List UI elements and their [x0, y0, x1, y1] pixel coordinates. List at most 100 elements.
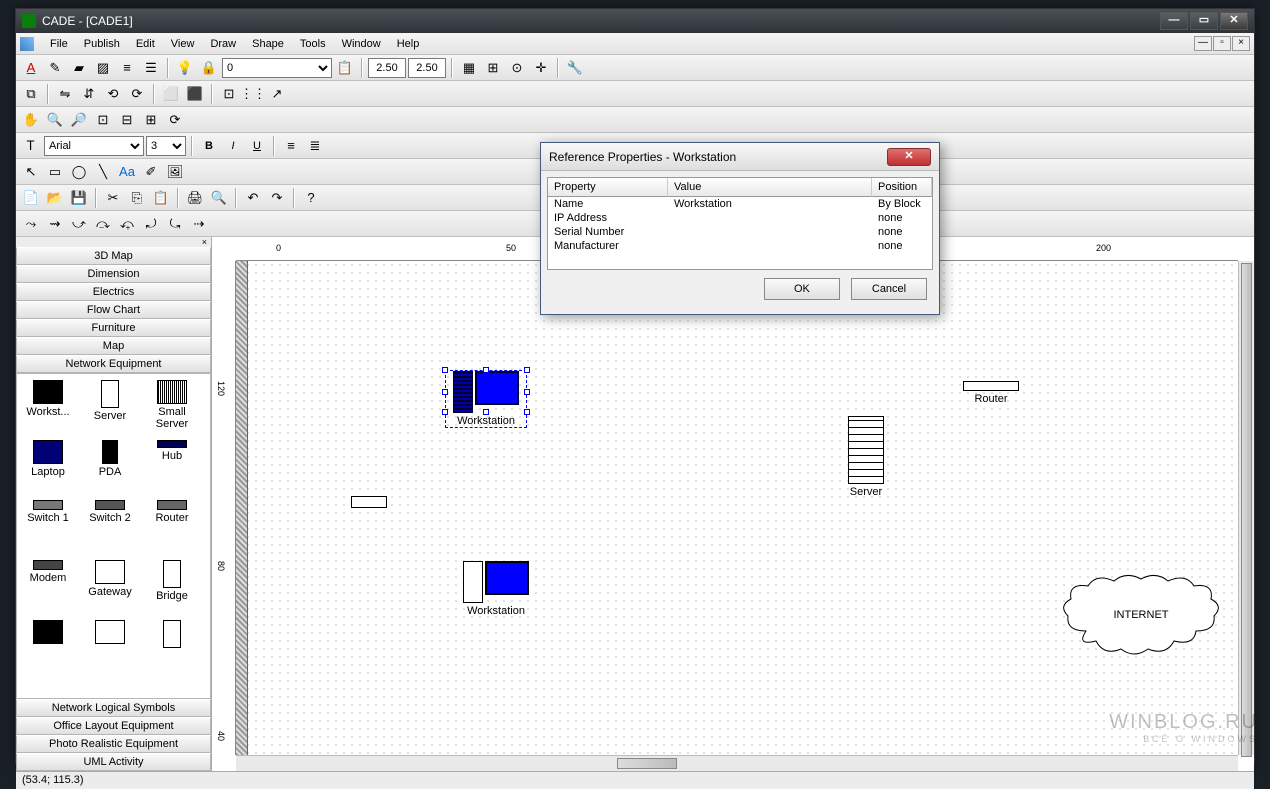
cat-network[interactable]: Network Equipment [16, 355, 211, 373]
zoom-fit-icon[interactable]: ⊡ [92, 109, 114, 131]
text-tool-icon[interactable]: Ꭲ [20, 135, 42, 157]
menu-window[interactable]: Window [334, 35, 389, 53]
cat-photo[interactable]: Photo Realistic Equipment [16, 735, 211, 753]
palette-pda[interactable]: PDA [79, 438, 141, 498]
obj-workstation-1[interactable]: Workstation [446, 371, 526, 427]
connector1-icon[interactable]: ⤳ [20, 213, 42, 235]
scrollbar-h[interactable] [236, 755, 1238, 771]
connector7-icon[interactable]: ⤿ [164, 213, 186, 235]
tools-icon[interactable]: 🔧 [564, 57, 586, 79]
export-icon[interactable]: ↗ [266, 83, 288, 105]
row-manufacturer[interactable]: Manufacturer none [548, 239, 932, 253]
menu-tools[interactable]: Tools [292, 35, 334, 53]
back-icon[interactable]: ⬛ [184, 83, 206, 105]
col-property[interactable]: Property [548, 178, 668, 197]
save-icon[interactable]: 💾 [68, 187, 90, 209]
italic-icon[interactable]: I [222, 135, 244, 157]
canvas[interactable]: Workstation [236, 261, 1238, 755]
snap-icon[interactable]: ⊙ [506, 57, 528, 79]
palette-smallserver[interactable]: Small Server [141, 378, 203, 438]
lock-icon[interactable]: 🔒 [198, 57, 220, 79]
titlebar[interactable]: CADE - [CADE1] — ▭ ✕ [16, 9, 1254, 33]
cat-electrics[interactable]: Electrics [16, 283, 211, 301]
help-icon[interactable]: ? [300, 187, 322, 209]
dialog-titlebar[interactable]: Reference Properties - Workstation ✕ [541, 143, 939, 171]
cancel-button[interactable]: Cancel [851, 278, 927, 300]
paste-icon[interactable]: 📋 [150, 187, 172, 209]
palette-server[interactable]: Server [79, 378, 141, 438]
row-ip[interactable]: IP Address none [548, 211, 932, 225]
image-icon[interactable]: 🖼 [164, 161, 186, 183]
layer-select[interactable]: 0 [222, 58, 332, 78]
close-button[interactable]: ✕ [1220, 12, 1248, 30]
flip-v-icon[interactable]: ⇵ [78, 83, 100, 105]
menu-edit[interactable]: Edit [128, 35, 163, 53]
rotate-icon[interactable]: ⟲ [102, 83, 124, 105]
connector6-icon[interactable]: ⤾ [140, 213, 162, 235]
pointer-icon[interactable]: ↖ [20, 161, 42, 183]
connector5-icon[interactable]: ⤽ [116, 213, 138, 235]
refresh-icon[interactable]: ⟳ [164, 109, 186, 131]
copy-icon[interactable]: ⎘ [126, 187, 148, 209]
underline-icon[interactable]: U [246, 135, 268, 157]
grid-h-input[interactable] [408, 58, 446, 78]
cat-furniture[interactable]: Furniture [16, 319, 211, 337]
line-style-icon[interactable]: ≡ [116, 57, 138, 79]
palette-extra3[interactable] [141, 618, 203, 678]
col-value[interactable]: Value [668, 178, 872, 197]
palette-router[interactable]: Router [141, 498, 203, 558]
mdi-minimize[interactable]: — [1194, 36, 1212, 51]
connector3-icon[interactable]: ⤻ [68, 213, 90, 235]
cat-flowchart[interactable]: Flow Chart [16, 301, 211, 319]
group-icon[interactable]: ⧉ [20, 83, 42, 105]
grid-w-input[interactable] [368, 58, 406, 78]
dialog-close-button[interactable]: ✕ [887, 148, 931, 166]
mdi-restore[interactable]: ▫ [1213, 36, 1231, 51]
menu-publish[interactable]: Publish [76, 35, 128, 53]
cat-office[interactable]: Office Layout Equipment [16, 717, 211, 735]
obj-internet[interactable]: INTERNET [1056, 571, 1226, 664]
line-icon[interactable]: ╲ [92, 161, 114, 183]
col-position[interactable]: Position [872, 178, 932, 197]
menu-help[interactable]: Help [389, 35, 428, 53]
palette-hub[interactable]: Hub [141, 438, 203, 498]
align-center-icon[interactable]: ≣ [304, 135, 326, 157]
palette-switch1[interactable]: Switch 1 [17, 498, 79, 558]
font-select[interactable]: Arial [44, 136, 144, 156]
menu-draw[interactable]: Draw [202, 35, 244, 53]
obj-device[interactable] [351, 496, 391, 508]
ellipse-icon[interactable]: ◯ [68, 161, 90, 183]
text-color-icon[interactable]: A [20, 57, 42, 79]
menu-file[interactable]: File [42, 35, 76, 53]
print-icon[interactable]: 🖨 [184, 187, 206, 209]
obj-server[interactable]: Server [836, 416, 896, 498]
cut-icon[interactable]: ✂ [102, 187, 124, 209]
palette-laptop[interactable]: Laptop [17, 438, 79, 498]
connector2-icon[interactable]: ⇝ [44, 213, 66, 235]
obj-router[interactable]: Router [956, 381, 1026, 405]
menu-shape[interactable]: Shape [244, 35, 292, 53]
freehand-icon[interactable]: ✐ [140, 161, 162, 183]
front-icon[interactable]: ⬜ [160, 83, 182, 105]
cat-map[interactable]: Map [16, 337, 211, 355]
hatch-icon[interactable]: ▨ [92, 57, 114, 79]
cat-dimension[interactable]: Dimension [16, 265, 211, 283]
fill-icon[interactable]: ▰ [68, 57, 90, 79]
mdi-close[interactable]: × [1232, 36, 1250, 51]
layers-icon[interactable]: 📋 [334, 57, 356, 79]
pan-icon[interactable]: ✋ [20, 109, 42, 131]
redo-icon[interactable]: ↷ [266, 187, 288, 209]
cat-logical[interactable]: Network Logical Symbols [16, 699, 211, 717]
maximize-button[interactable]: ▭ [1190, 12, 1218, 30]
grid-icon[interactable]: ▦ [458, 57, 480, 79]
flip-h-icon[interactable]: ⇋ [54, 83, 76, 105]
zoom-out-icon[interactable]: 🔎 [68, 109, 90, 131]
palette-modem[interactable]: Modem [17, 558, 79, 618]
cat-3dmap[interactable]: 3D Map [16, 247, 211, 265]
palette-extra2[interactable] [79, 618, 141, 678]
connector4-icon[interactable]: ⤼ [92, 213, 114, 235]
palette-switch2[interactable]: Switch 2 [79, 498, 141, 558]
align-icon[interactable]: ⊡ [218, 83, 240, 105]
line-weight-icon[interactable]: ☰ [140, 57, 162, 79]
rotate2-icon[interactable]: ⟳ [126, 83, 148, 105]
